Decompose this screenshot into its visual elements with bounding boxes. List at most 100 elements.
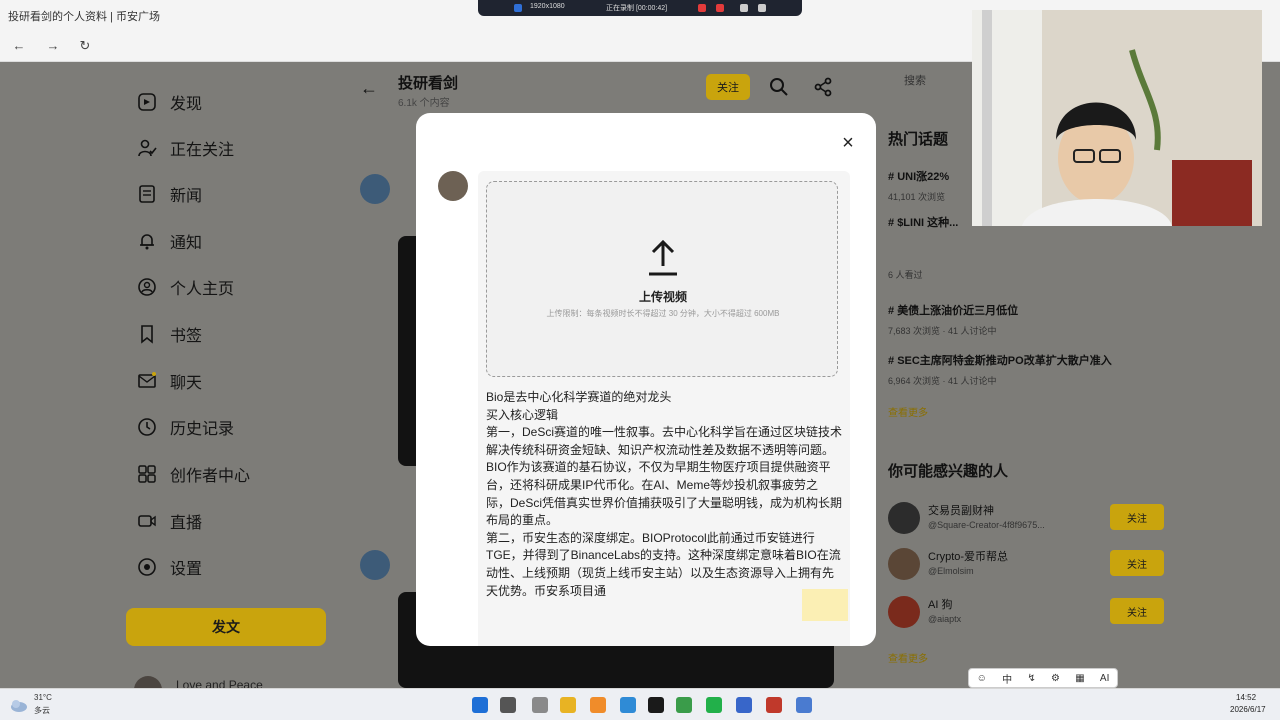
windows-start-icon[interactable] bbox=[472, 697, 488, 713]
pause-record-icon[interactable] bbox=[716, 4, 724, 12]
chat-icon bbox=[136, 370, 158, 392]
recorder-icon[interactable] bbox=[766, 697, 782, 713]
settings-icon[interactable]: ⚙ bbox=[1051, 673, 1060, 684]
hot-topics-heading: 热门话题 bbox=[888, 131, 949, 148]
person-handle: @Square-Creator-4f8f9675... bbox=[928, 520, 1045, 530]
app-icon[interactable] bbox=[736, 697, 752, 713]
floating-input-toolbar[interactable]: ☺ 中 ↯ ⚙ ▦ AI bbox=[968, 668, 1118, 688]
sidebar-item-live[interactable]: 直播 bbox=[136, 509, 202, 533]
ai-button[interactable]: AI bbox=[1100, 673, 1109, 684]
topic-title: $LINI 这种... bbox=[897, 217, 959, 229]
show-more-link[interactable]: 查看更多 bbox=[888, 650, 928, 665]
edge-icon[interactable] bbox=[620, 697, 636, 713]
topic-meta: 7,683 次浏览 · 41 人讨论中 bbox=[888, 326, 997, 336]
forward-button[interactable]: → bbox=[44, 38, 62, 53]
profile-icon bbox=[136, 276, 158, 298]
suggested-person[interactable]: AI 狗 @aiaptx 关注 bbox=[888, 594, 1164, 634]
sidebar-item-label: 个人主页 bbox=[170, 281, 235, 298]
post-line: 买入核心逻辑 bbox=[486, 407, 559, 422]
sidebar-item-label: 历史记录 bbox=[170, 421, 235, 438]
sidebar-item-label: 正在关注 bbox=[170, 142, 235, 159]
sidebar-item-label: 通知 bbox=[170, 235, 203, 252]
clock-date[interactable]: 2026/6/17 bbox=[1230, 705, 1266, 714]
sidebar-item-notifications[interactable]: 通知 bbox=[136, 229, 202, 253]
recording-resolution: 1920x1080 bbox=[530, 3, 565, 10]
reload-button[interactable]: ↻ bbox=[76, 38, 94, 54]
sidebar-item-profile[interactable]: 个人主页 bbox=[136, 275, 234, 299]
taskbar: 31°C 多云 14:52 2026/6/17 bbox=[0, 688, 1280, 720]
upload-icon bbox=[649, 239, 677, 276]
follow-button[interactable]: 关注 bbox=[1110, 598, 1164, 624]
post-line: Bio是去中心化科学赛道的绝对龙头 bbox=[486, 390, 672, 404]
app-icon[interactable] bbox=[590, 697, 606, 713]
suggested-person[interactable]: Crypto-爱币帮总 @Elmolsim 关注 bbox=[888, 546, 1164, 586]
avatar[interactable] bbox=[888, 596, 920, 628]
sidebar-item-news[interactable]: 新闻 bbox=[136, 182, 202, 206]
avatar[interactable] bbox=[360, 174, 390, 204]
person-name[interactable]: Crypto-爱币帮总 bbox=[928, 548, 1008, 564]
chrome-icon[interactable] bbox=[676, 697, 692, 713]
follow-button[interactable]: 关注 bbox=[1110, 504, 1164, 530]
page-subtitle: 6.1k 个内容 bbox=[398, 98, 450, 109]
weather-cloud-icon bbox=[11, 700, 27, 712]
search-icon[interactable] bbox=[500, 697, 516, 713]
wechat-icon[interactable] bbox=[706, 697, 722, 713]
bookmark-icon bbox=[136, 323, 158, 345]
punctuation-icon[interactable]: ↯ bbox=[1027, 673, 1035, 684]
input-method-indicator[interactable]: 中 bbox=[1002, 671, 1012, 686]
sidebar-item-label: 新闻 bbox=[170, 188, 203, 205]
show-more-link[interactable]: 查看更多 bbox=[888, 404, 928, 419]
topic-title: UNI涨22% bbox=[897, 171, 950, 183]
webcam-feed-image bbox=[972, 10, 1262, 226]
back-arrow-icon[interactable]: ← bbox=[360, 78, 378, 99]
settings-icon bbox=[136, 556, 158, 578]
post-button[interactable]: 发文 bbox=[126, 608, 326, 646]
file-explorer-icon[interactable] bbox=[560, 697, 576, 713]
search-icon[interactable] bbox=[768, 76, 790, 98]
post-body-text[interactable]: Bio是去中心化科学赛道的绝对龙头 买入核心逻辑 第一，DeSci赛道的唯一性叙… bbox=[486, 389, 842, 600]
binance-icon[interactable] bbox=[648, 697, 664, 713]
tab-title[interactable]: 投研看剑的个人资料 | 币安广场 bbox=[8, 8, 160, 24]
topic-item[interactable]: # 美债上涨油价近三月低位 7,683 次浏览 · 41 人讨论中 bbox=[888, 302, 1158, 337]
clock-time[interactable]: 14:52 bbox=[1236, 693, 1256, 702]
follow-button[interactable]: 关注 bbox=[1110, 550, 1164, 576]
sidebar-item-history[interactable]: 历史记录 bbox=[136, 415, 234, 439]
emoji-icon[interactable]: ☺ bbox=[977, 673, 987, 684]
follow-button[interactable]: 关注 bbox=[706, 74, 750, 100]
person-handle: @aiaptx bbox=[928, 614, 962, 624]
text-selection-highlight bbox=[802, 589, 848, 621]
task-view-icon[interactable] bbox=[532, 697, 548, 713]
back-button[interactable]: ← bbox=[10, 38, 28, 53]
sidebar-item-creator-center[interactable]: 创作者中心 bbox=[136, 462, 250, 486]
live-icon bbox=[136, 510, 158, 532]
weather-temperature[interactable]: 31°C bbox=[34, 693, 52, 702]
recording-status: 正在录制 [00:00:42] bbox=[606, 5, 668, 12]
sidebar-item-chat[interactable]: 聊天 bbox=[136, 369, 202, 393]
sidebar-item-discover[interactable]: 发现 bbox=[136, 90, 202, 114]
sidebar-item-bookmarks[interactable]: 书签 bbox=[136, 322, 202, 346]
avatar[interactable] bbox=[888, 548, 920, 580]
search-input[interactable]: 搜索 bbox=[876, 66, 972, 92]
topic-title: 美债上涨油价近三月低位 bbox=[897, 305, 1019, 317]
sidebar-item-label: 书签 bbox=[170, 328, 203, 345]
person-name[interactable]: 交易员副财神 bbox=[928, 502, 994, 518]
sidebar-item-following[interactable]: 正在关注 bbox=[136, 136, 234, 160]
sidebar-item-settings[interactable]: 设置 bbox=[136, 555, 202, 579]
upload-hint: 上传限制：每条视频时长不得超过 30 分钟，大小不得超过 600MB bbox=[546, 309, 780, 318]
avatar[interactable] bbox=[360, 550, 390, 580]
stop-record-icon[interactable] bbox=[698, 4, 706, 12]
avatar[interactable] bbox=[888, 502, 920, 534]
weather-description[interactable]: 多云 bbox=[34, 705, 50, 716]
webcam-overlay bbox=[972, 10, 1262, 226]
topic-title: SEC主席阿特金斯推动PO改革扩大散户准入 bbox=[897, 355, 1112, 367]
keyboard-icon[interactable]: ▦ bbox=[1075, 673, 1084, 684]
person-name[interactable]: AI 狗 bbox=[928, 596, 952, 612]
share-icon[interactable] bbox=[812, 76, 834, 98]
pen-icon[interactable] bbox=[758, 4, 766, 12]
video-upload-dropzone[interactable]: 上传视频 上传限制：每条视频时长不得超过 30 分钟，大小不得超过 600MB bbox=[486, 181, 838, 377]
close-icon[interactable]: × bbox=[836, 131, 860, 155]
topic-item[interactable]: # SEC主席阿特金斯推动PO改革扩大散户准入 6,964 次浏览 · 41 人… bbox=[888, 352, 1158, 387]
camera-icon[interactable] bbox=[740, 4, 748, 12]
suggested-person[interactable]: 交易员副财神 @Square-Creator-4f8f9675... 关注 bbox=[888, 500, 1164, 540]
app-icon[interactable] bbox=[796, 697, 812, 713]
